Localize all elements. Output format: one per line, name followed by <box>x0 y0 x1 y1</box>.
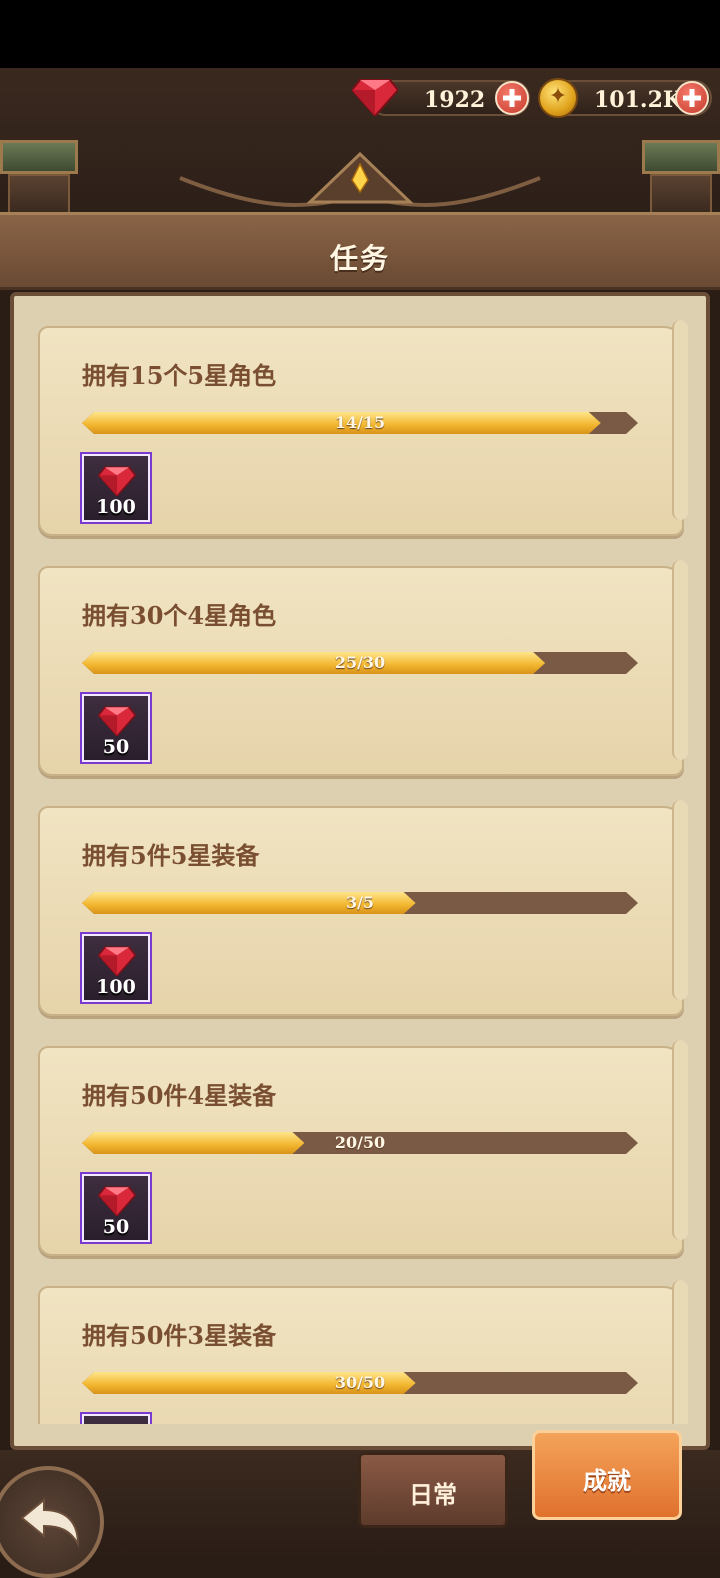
progress-bar: 3/5 <box>82 892 638 914</box>
ruby-gem-icon <box>97 1186 137 1216</box>
reward-item[interactable]: 100 <box>80 932 152 1004</box>
ruby-gem-icon <box>97 946 137 976</box>
add-coins-button[interactable] <box>675 81 709 115</box>
reward-item[interactable]: 50 <box>80 692 152 764</box>
status-bar-area <box>0 0 720 68</box>
task-title: 拥有50件3星装备 <box>82 1321 277 1350</box>
task-title: 拥有30个4星角色 <box>82 601 277 630</box>
page-title: 任务 <box>329 242 390 275</box>
task-card: 拥有15个5星角色 14/15 100 <box>38 320 688 536</box>
gold-coin-icon: ✦ <box>538 78 578 118</box>
reward-quantity: 100 <box>96 976 136 998</box>
task-card: 拥有5件5星装备 3/5 100 <box>38 800 688 1016</box>
task-card: 拥有30个4星角色 25/30 50 <box>38 560 688 776</box>
tab-daily-label: 日常 <box>409 1480 457 1509</box>
reward-item[interactable] <box>80 1412 152 1424</box>
ruby-gem-icon <box>97 466 137 496</box>
add-gems-button[interactable] <box>495 81 529 115</box>
back-button[interactable] <box>0 1466 104 1578</box>
tab-achievement[interactable]: 成就 <box>532 1430 682 1520</box>
reward-quantity: 50 <box>102 1216 130 1238</box>
ornament-emblem <box>179 151 541 207</box>
ruby-gem-icon <box>352 79 398 116</box>
reward-item[interactable]: 50 <box>80 1172 152 1244</box>
task-title: 拥有50件4星装备 <box>82 1081 277 1110</box>
reward-quantity: 100 <box>96 496 136 518</box>
tab-daily[interactable]: 日常 <box>358 1452 508 1528</box>
progress-text: 20/50 <box>334 1133 386 1152</box>
coin-count: 101.2K <box>594 87 683 113</box>
progress-text: 3/5 <box>345 893 375 912</box>
ruby-gem-icon <box>97 706 137 736</box>
back-arrow-icon <box>20 1497 80 1548</box>
progress-bar: 20/50 <box>82 1132 638 1154</box>
progress-bar: 30/50 <box>82 1372 638 1394</box>
reward-item[interactable]: 100 <box>80 452 152 524</box>
task-title: 拥有5件5星装备 <box>82 841 260 870</box>
progress-text: 30/50 <box>334 1373 386 1392</box>
progress-bar: 14/15 <box>82 412 638 434</box>
gem-count: 1922 <box>424 87 486 113</box>
task-title: 拥有15个5星角色 <box>82 361 277 390</box>
task-card: 拥有50件4星装备 20/50 50 <box>38 1040 688 1256</box>
task-card: 拥有50件3星装备 30/50 <box>38 1280 688 1424</box>
reward-quantity: 50 <box>102 736 130 758</box>
task-list[interactable]: 拥有15个5星角色 14/15 100 拥有30个4星角色 25/30 50 拥有5件5星装… <box>14 298 706 1424</box>
tab-achievement-label: 成就 <box>583 1466 631 1495</box>
progress-text: 14/15 <box>334 413 386 432</box>
progress-text: 25/30 <box>334 653 386 672</box>
title-bar: 任务 <box>0 212 720 290</box>
progress-bar: 25/30 <box>82 652 638 674</box>
